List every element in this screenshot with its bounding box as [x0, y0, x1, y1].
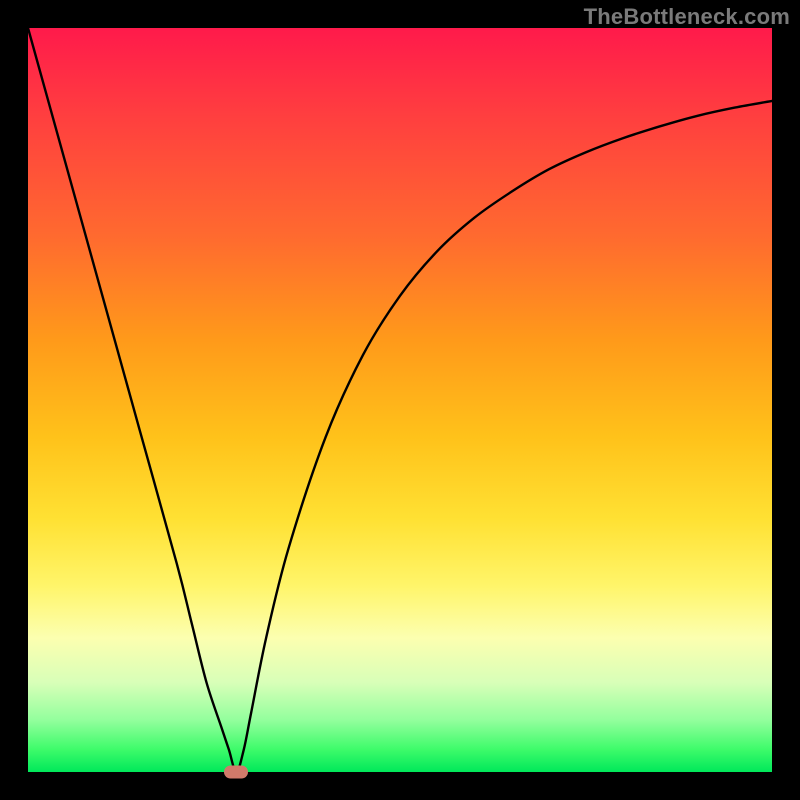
- chart-frame: TheBottleneck.com: [0, 0, 800, 800]
- curve-svg: [28, 28, 772, 772]
- watermark-text: TheBottleneck.com: [584, 4, 790, 30]
- plot-area: [28, 28, 772, 772]
- min-point-marker: [224, 766, 248, 779]
- bottleneck-curve: [28, 28, 772, 772]
